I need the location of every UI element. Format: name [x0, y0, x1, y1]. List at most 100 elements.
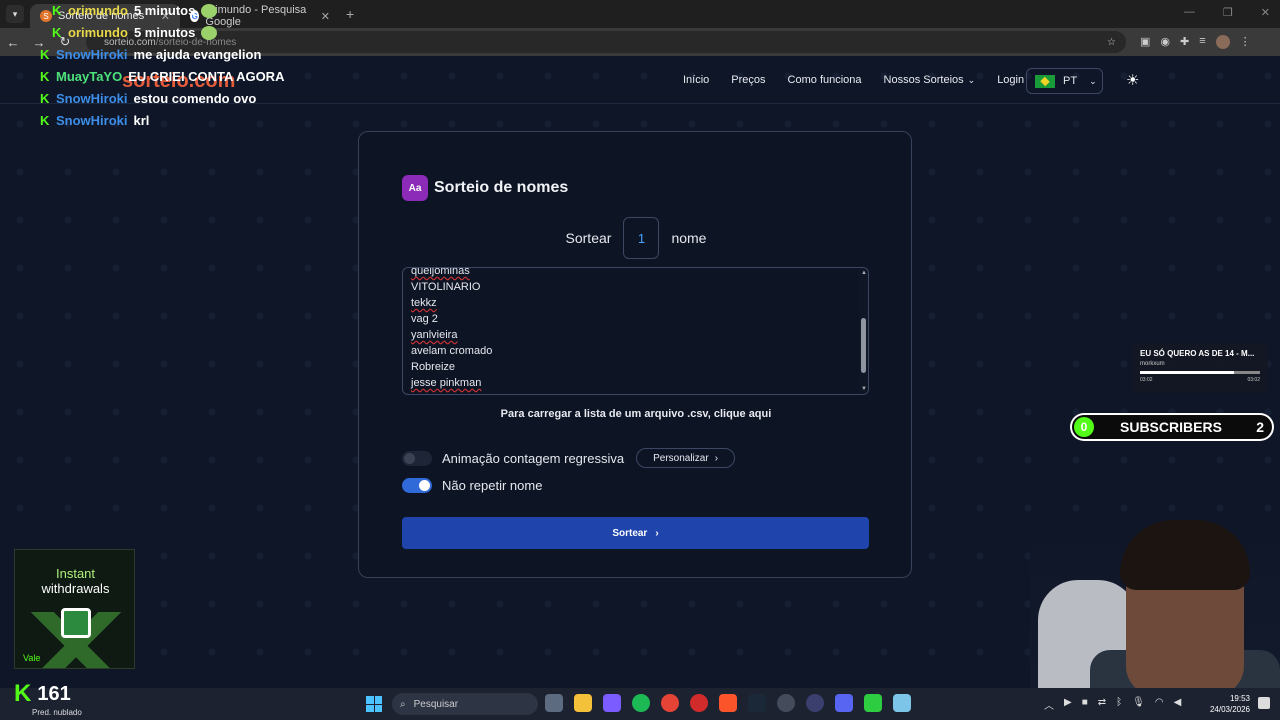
close-window-icon[interactable]: ✕ — [1261, 6, 1270, 19]
nav-login[interactable]: Login — [997, 74, 1024, 86]
track-total: 03:02 — [1247, 377, 1260, 383]
subscriber-count-left: 0 — [1074, 417, 1094, 437]
chevron-right-icon: › — [714, 452, 719, 464]
file-explorer-icon[interactable] — [574, 694, 592, 712]
norepeat-toggle[interactable] — [402, 478, 432, 493]
name-entry: jesse pinkman — [411, 377, 482, 389]
nav-precos[interactable]: Preços — [731, 74, 765, 86]
norepeat-label: Não repetir nome — [442, 478, 543, 493]
viewer-number: 161 — [37, 682, 71, 705]
emote-icon — [201, 25, 218, 40]
kick-badge-icon: K — [40, 90, 50, 106]
nav-nossos-sorteios[interactable]: Nossos Sorteios ⌄ — [884, 74, 976, 86]
extension-icon[interactable]: ▣ — [1140, 35, 1150, 49]
kick-logo-icon: K — [14, 680, 32, 707]
subscribers-label: SUBSCRIBERS — [1120, 419, 1222, 435]
chat-username: MuayTaYO — [56, 69, 123, 84]
bluetooth-icon[interactable]: ᛒ — [1116, 697, 1122, 712]
scroll-up-icon[interactable]: ▲ — [861, 270, 867, 276]
track-times: 03:02 03:02 — [1140, 377, 1260, 383]
name-entry: avelam cromado — [411, 345, 493, 357]
minimize-icon[interactable]: — — [1184, 6, 1195, 19]
nav-inicio[interactable]: Início — [683, 74, 709, 86]
profile-avatar[interactable] — [1215, 35, 1230, 49]
notepad-icon[interactable] — [893, 694, 911, 712]
countdown-option: Animação contagem regressiva Personaliza… — [402, 448, 736, 468]
brazil-flag-icon — [1035, 74, 1055, 88]
card-header: Aa Sorteio de nomes — [402, 175, 568, 201]
taskbar-search[interactable]: ⌕ Pesquisar — [392, 693, 538, 715]
volume-icon[interactable]: ◀ — [1174, 697, 1182, 712]
chat-message: K MuayTaYO EU CRIEI CONTA AGORA — [40, 69, 284, 84]
promo-tag: Vale — [23, 653, 41, 663]
music-widget: EU SÓ QUERO AS DE 14 - M... morkxum 03:0… — [1132, 343, 1268, 393]
kick-app-icon[interactable] — [864, 694, 882, 712]
chevron-up-icon[interactable]: ︿ — [1044, 697, 1054, 712]
microphone-icon[interactable]: 🎙 — [1132, 697, 1145, 712]
theme-toggle-sun-icon[interactable]: ☀ — [1126, 71, 1139, 89]
brave-icon[interactable] — [719, 694, 737, 712]
kick-badge-icon: K — [52, 2, 62, 18]
viewer-count: K 161 — [14, 680, 71, 708]
chrome-icon[interactable] — [661, 694, 679, 712]
taskbar-apps — [545, 694, 911, 712]
kick-badge-icon: K — [40, 46, 50, 62]
scroll-down-icon[interactable]: ▼ — [861, 386, 867, 392]
customize-button[interactable]: Personalizar › — [636, 448, 736, 468]
chat-message: Korimundo 5 minutos — [52, 2, 218, 18]
steam-icon[interactable] — [748, 694, 766, 712]
language-selector[interactable]: PT ⌄ — [1026, 68, 1103, 94]
chevron-right-icon: › — [655, 527, 659, 539]
chevron-down-icon: ⌄ — [967, 75, 976, 85]
menu-kebab-icon[interactable]: ⋮ — [1240, 35, 1251, 49]
taskbar-clock[interactable]: 19:53 24/03/2026 — [1206, 693, 1250, 715]
app-icon[interactable] — [777, 694, 795, 712]
countdown-toggle[interactable] — [402, 450, 432, 466]
reading-list-icon[interactable]: ≡ — [1199, 35, 1205, 49]
back-icon[interactable]: ← — [0, 35, 26, 50]
notifications-icon[interactable] — [1258, 697, 1270, 709]
csv-upload-link[interactable]: Para carregar a lista de um arquivo .csv… — [359, 408, 913, 420]
draw-button[interactable]: Sortear › — [402, 517, 869, 549]
spotify-icon[interactable] — [632, 694, 650, 712]
quantity-input[interactable]: 1 — [623, 217, 660, 259]
name-entry: tekkz — [411, 297, 437, 309]
chevron-down-icon: ⌄ — [1089, 75, 1097, 86]
extension-icon[interactable]: ◉ — [1160, 35, 1170, 49]
scrollbar-thumb[interactable] — [861, 318, 866, 373]
task-view-icon[interactable] — [545, 694, 563, 712]
chat-text: me ajuda evangelion — [133, 47, 262, 62]
chat-message: Korimundo 5 minutos — [52, 24, 218, 40]
tray-icon[interactable]: ⇄ — [1098, 697, 1106, 712]
chat-text: 5 minutos — [133, 3, 196, 18]
opera-icon[interactable] — [690, 694, 708, 712]
nav-como-funciona[interactable]: Como funciona — [788, 74, 862, 86]
names-textarea[interactable]: queijominas VITOLINARIO tekkz vag 2 yanlviei… — [402, 267, 869, 395]
discord-icon[interactable] — [835, 694, 853, 712]
tray-icon[interactable]: ▶ — [1064, 697, 1072, 712]
app-icon[interactable] — [806, 694, 824, 712]
kick-badge-icon: K — [52, 24, 62, 40]
tray-icon[interactable]: ■ — [1082, 697, 1088, 712]
webcam-overlay — [1030, 520, 1280, 688]
name-entry: yanlvieira — [411, 329, 458, 341]
track-progress — [1140, 371, 1260, 374]
puzzle-icon[interactable]: ✚ — [1180, 35, 1189, 49]
maximize-icon[interactable]: ❐ — [1223, 6, 1233, 19]
wifi-icon[interactable]: ◠ — [1155, 697, 1164, 712]
main-nav: Início Preços Como funciona Nossos Sorte… — [683, 74, 1024, 86]
scrollbar[interactable]: ▲ ▼ — [859, 268, 868, 394]
app-grid-icon[interactable] — [603, 694, 621, 712]
countdown-label: Animação contagem regressiva — [442, 450, 625, 466]
nav-label: Nossos Sorteios — [883, 74, 964, 86]
bookmark-star-icon[interactable]: ☆ — [1107, 37, 1116, 48]
name-entry: queijominas — [411, 267, 470, 277]
windows-start-icon[interactable] — [366, 696, 382, 712]
chat-text: EU CRIEI CONTA AGORA — [128, 69, 285, 84]
tab-list-button[interactable]: ▾ — [6, 5, 24, 23]
names-list: queijominas VITOLINARIO tekkz vag 2 yanlviei… — [411, 267, 493, 391]
chat-text: krl — [133, 113, 150, 128]
chat-message: K SnowHiroki krl — [40, 113, 149, 128]
promo-line1: Instant — [55, 566, 96, 581]
subscribers-inner: 0 SUBSCRIBERS 2 — [1072, 415, 1272, 439]
